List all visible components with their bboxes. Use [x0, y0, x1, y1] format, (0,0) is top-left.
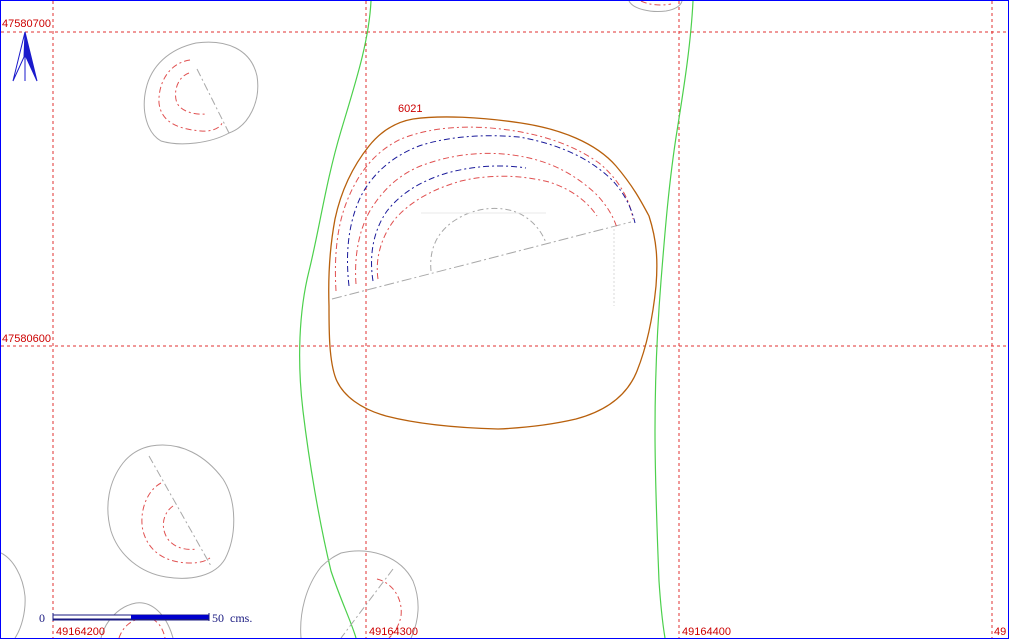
- map-canvas[interactable]: 6021 47580700 47580600 49164200 49164300…: [1, 1, 1008, 638]
- feature-lower-left-contour-inner: [162, 505, 198, 550]
- scale-bar-start-label: 0: [39, 611, 45, 625]
- map-viewport[interactable]: 6021 47580700 47580600 49164200 49164300…: [0, 0, 1009, 639]
- scale-bar-end-label: 50: [212, 611, 224, 625]
- feature-6021-contour-red-1: [334, 126, 634, 292]
- feature-6021-contour-blue-inner: [371, 165, 527, 282]
- grid-label-x-3: 49164400: [682, 626, 731, 638]
- feature-bottom-left-edge: [1, 552, 26, 638]
- north-arrow-icon: [12, 31, 38, 82]
- grid-label-y-top: 47580700: [2, 18, 51, 30]
- feature-6021-contour-red-2: [355, 152, 618, 285]
- feature-lower-left-contour-outer: [141, 482, 212, 564]
- feature-top-center: [628, 1, 683, 12]
- grid-lines: [1, 1, 1008, 638]
- feature-upper-left-contour-outer: [158, 59, 223, 132]
- feature-bottom-mid[interactable]: [300, 550, 419, 638]
- feature-6021[interactable]: 6021: [328, 103, 658, 430]
- feature-lower-left-outline: [107, 444, 235, 579]
- green-contour-right: [654, 1, 694, 638]
- feature-6021-section-line: [331, 221, 632, 300]
- scale-bar-unit-label: cms.: [230, 611, 252, 625]
- grid-label-x-4: 49: [994, 626, 1006, 638]
- scale-bar-fill: [131, 615, 209, 619]
- grid-label-x-1: 49164200: [56, 626, 105, 638]
- feature-lower-left[interactable]: [107, 444, 235, 579]
- green-contour-left: [299, 1, 372, 638]
- grid-label-y-mid: 47580600: [2, 333, 51, 345]
- feature-top-center-outline: [628, 1, 683, 12]
- feature-6021-label: 6021: [398, 103, 422, 115]
- feature-6021-contour-red-3: [376, 175, 598, 280]
- feature-bottom-center-contour: [118, 617, 166, 638]
- feature-bottom-left-edge-outline: [1, 552, 26, 638]
- feature-lower-left-section: [148, 455, 212, 567]
- feature-6021-contour-gray: [430, 207, 547, 272]
- feature-bottom-mid-outline: [300, 550, 419, 638]
- feature-top-center-contour: [640, 1, 672, 6]
- feature-upper-left-contour-inner: [175, 72, 207, 115]
- feature-upper-left[interactable]: [143, 41, 259, 145]
- feature-upper-left-section: [196, 68, 230, 134]
- grid-label-x-2: 49164300: [369, 626, 418, 638]
- feature-6021-outline: [328, 116, 658, 430]
- feature-upper-left-outline: [143, 41, 259, 145]
- scale-bar: 0 50 cms.: [39, 611, 252, 625]
- green-contours: [299, 1, 694, 638]
